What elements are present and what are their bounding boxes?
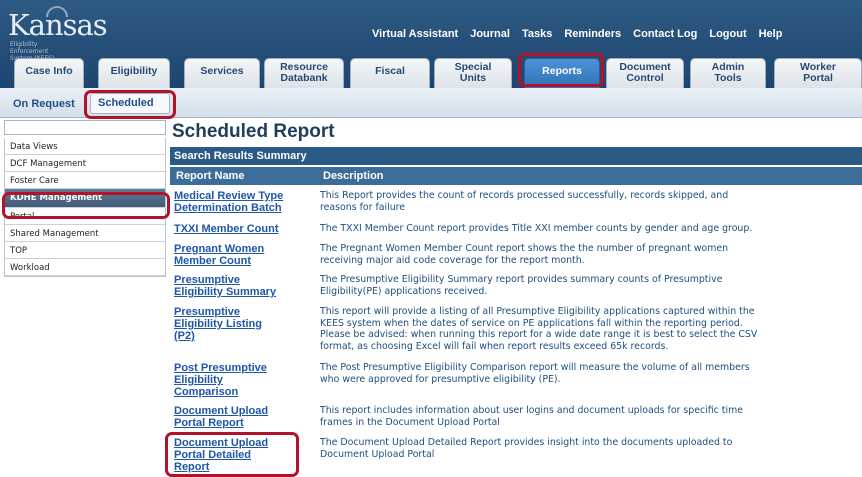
nav-journal[interactable]: Journal: [470, 28, 510, 40]
logo-word: Kansas: [8, 8, 108, 42]
sidebar-item-top[interactable]: TOP: [5, 242, 165, 259]
subtab-on-request[interactable]: On Request: [13, 98, 75, 110]
sidebar-item-workload[interactable]: Workload: [5, 259, 165, 276]
subtab-scheduled[interactable]: Scheduled: [90, 93, 170, 114]
report-link[interactable]: Presumptive Eligibility Listing (P2): [174, 306, 314, 342]
report-description: The TXXI Member Count report provides Ti…: [320, 223, 753, 234]
nav-help[interactable]: Help: [759, 28, 783, 40]
col-description: Description: [323, 170, 384, 182]
report-description: The Presumptive Eligibility Summary repo…: [320, 274, 723, 297]
sidebar-item-data-views[interactable]: Data Views: [5, 138, 165, 155]
sidebar-item-shared-management[interactable]: Shared Management: [5, 225, 165, 242]
subtab-scheduled-label: Scheduled: [98, 97, 154, 109]
report-description: The Document Upload Detailed Report prov…: [320, 437, 733, 460]
sidebar-list: Data Views DCF Management Foster Care KD…: [4, 138, 166, 277]
sidebar-item-portal[interactable]: Portal: [5, 208, 165, 225]
tab-admin-tools[interactable]: Admin Tools: [690, 58, 766, 88]
sidebar-item-kdhe-management[interactable]: KDHE Management: [5, 189, 165, 208]
nav-virtual-assistant[interactable]: Virtual Assistant: [372, 28, 458, 40]
tab-case-info[interactable]: Case Info: [14, 58, 84, 88]
tab-resource-databank[interactable]: Resource Databank: [264, 58, 344, 88]
report-description: The Pregnant Women Member Count report s…: [320, 243, 729, 266]
report-link[interactable]: Post Presumptive Eligibility Comparison: [174, 362, 314, 398]
kansas-logo: Kansas Eligibility Enforcement System (K…: [4, 6, 154, 62]
app-header: Kansas Eligibility Enforcement System (K…: [0, 0, 862, 88]
report-link[interactable]: Document Upload Portal Detailed Report: [174, 437, 314, 473]
sidebar-header: [4, 120, 166, 135]
nav-contact-log[interactable]: Contact Log: [633, 28, 697, 40]
report-description: This report will provide a listing of al…: [320, 306, 758, 352]
tab-eligibility[interactable]: Eligibility: [98, 58, 170, 88]
tab-document-control[interactable]: Document Control: [606, 58, 684, 88]
report-link[interactable]: TXXI Member Count: [174, 223, 314, 235]
main-content: Scheduled Report Search Results Summary …: [166, 118, 862, 477]
sidebar-item-dcf-management[interactable]: DCF Management: [5, 155, 165, 172]
sidebar-item-foster-care[interactable]: Foster Care: [5, 172, 165, 189]
tab-worker-portal[interactable]: Worker Portal: [774, 58, 862, 88]
report-link[interactable]: Document Upload Portal Report: [174, 405, 314, 429]
tab-fiscal[interactable]: Fiscal: [350, 58, 430, 88]
report-link[interactable]: Pregnant Women Member Count: [174, 243, 314, 267]
nav-tasks[interactable]: Tasks: [522, 28, 552, 40]
report-description: The Post Presumptive Eligibility Compari…: [320, 362, 750, 385]
sidebar: Data Views DCF Management Foster Care KD…: [4, 120, 166, 477]
report-description: This report includes information about u…: [320, 405, 743, 428]
sub-nav: On Request Scheduled: [0, 88, 862, 118]
col-report-name: Report Name: [176, 170, 245, 182]
tab-special-units[interactable]: Special Units: [434, 58, 512, 88]
page-title: Scheduled Report: [172, 121, 335, 142]
report-link[interactable]: Presumptive Eligibility Summary: [174, 274, 314, 298]
report-description: This Report provides the count of record…: [320, 190, 729, 213]
top-nav: Virtual Assistant Journal Tasks Reminder…: [372, 28, 794, 40]
nav-logout[interactable]: Logout: [709, 28, 746, 40]
tab-services[interactable]: Services: [184, 58, 260, 88]
results-summary-bar: Search Results Summary: [170, 147, 862, 165]
tab-reports[interactable]: Reports: [524, 58, 600, 88]
report-link[interactable]: Medical Review Type Determination Batch: [174, 190, 314, 214]
table-header: Report Name Description: [170, 167, 862, 185]
nav-reminders[interactable]: Reminders: [564, 28, 621, 40]
